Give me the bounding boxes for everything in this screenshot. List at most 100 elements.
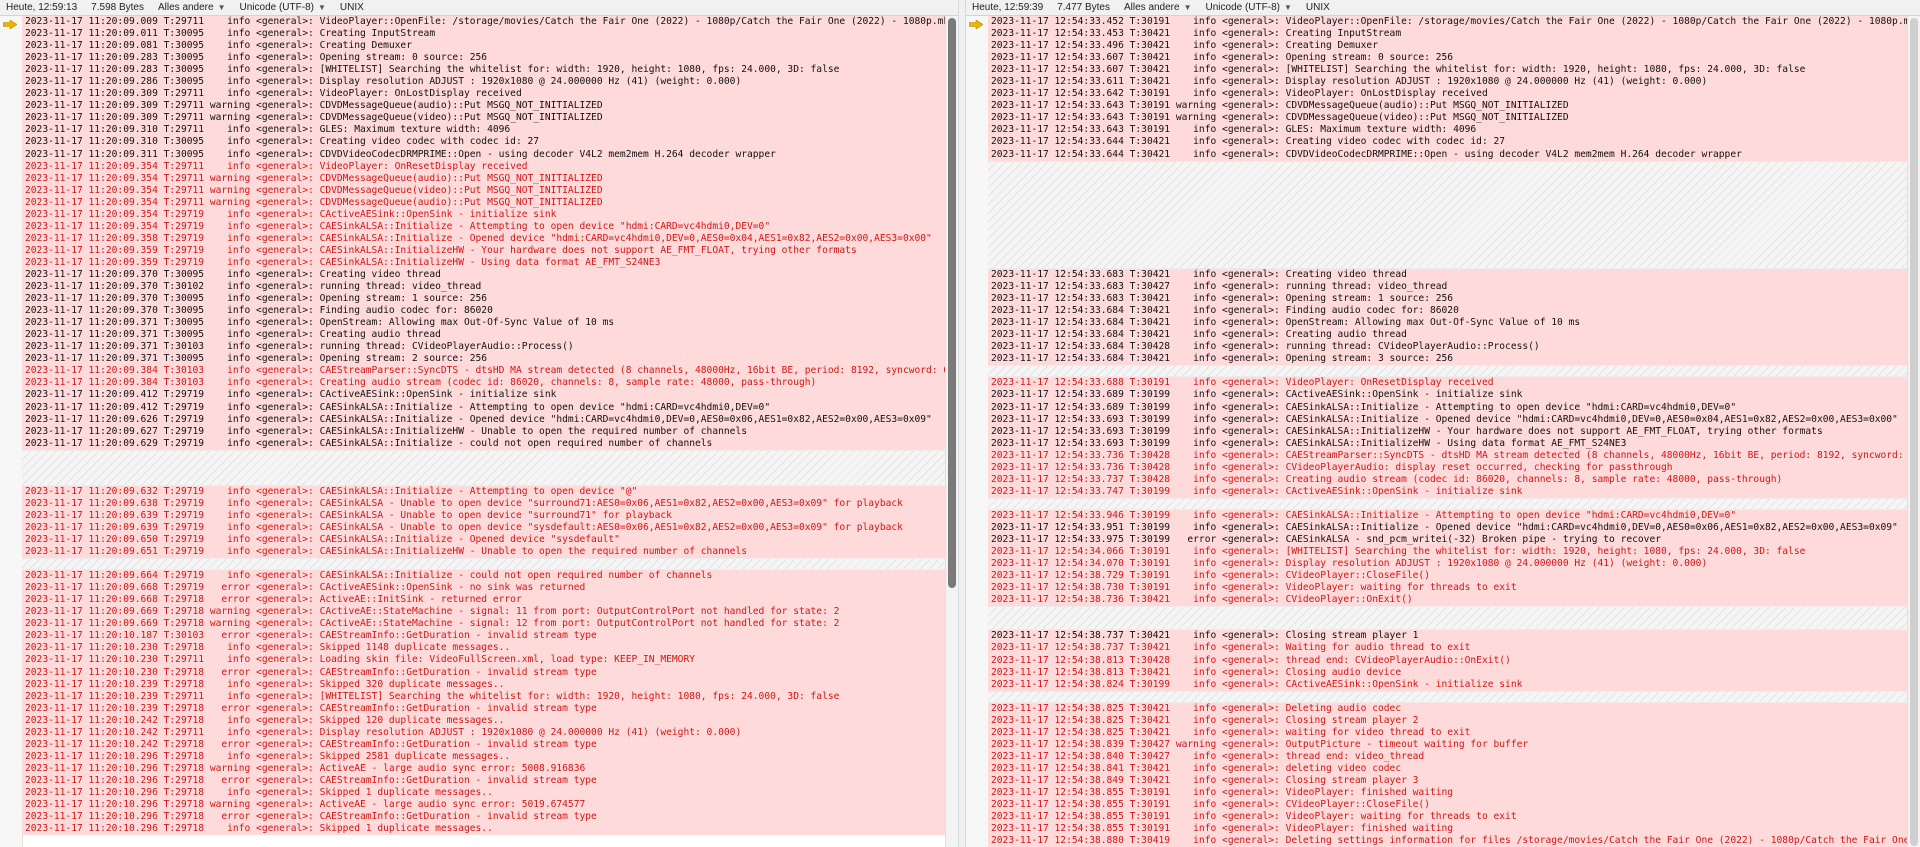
right-scrollbar[interactable] — [1907, 16, 1920, 847]
log-line: 2023-11-17 12:54:33.643 T:30191 warning … — [988, 112, 1908, 125]
log-line: 2023-11-17 12:54:33.643 T:30191 info <ge… — [988, 124, 1908, 137]
right-file-header: Heute, 12:59:39 7.477 Bytes Alles andere… — [966, 0, 1920, 16]
left-line-ending-label: UNIX — [339, 2, 364, 13]
log-line: 2023-11-17 12:54:33.607 T:30421 info <ge… — [988, 64, 1908, 77]
left-file-header: Heute, 12:59:13 7.598 Bytes Alles andere… — [0, 0, 958, 16]
current-diff-arrow-icon[interactable] — [3, 20, 17, 29]
log-line: 2023-11-17 11:20:09.359 T:29719 info <ge… — [22, 244, 946, 257]
log-line: 2023-11-17 12:54:33.684 T:30428 info <ge… — [988, 341, 1908, 354]
log-line: 2023-11-17 11:20:09.669 T:29718 warning … — [22, 606, 946, 619]
right-encoding-dropdown[interactable]: Unicode (UTF-8) ▼ — [1206, 2, 1292, 13]
left-scrollbar-thumb[interactable] — [948, 18, 956, 588]
log-line: 2023-11-17 12:54:38.736 T:30421 info <ge… — [988, 594, 1908, 607]
log-line: 2023-11-17 11:20:09.371 T:30103 info <ge… — [22, 341, 946, 354]
log-line: 2023-11-17 12:54:33.684 T:30421 info <ge… — [988, 353, 1908, 366]
left-text-area[interactable]: 2023-11-17 11:20:09.009 T:29711 info <ge… — [0, 16, 958, 847]
log-line: 2023-11-17 12:54:33.453 T:30421 info <ge… — [988, 28, 1908, 41]
log-line: 2023-11-17 12:54:38.825 T:30421 info <ge… — [988, 726, 1908, 739]
log-line: 2023-11-17 11:20:09.384 T:30103 info <ge… — [22, 365, 946, 378]
log-line: 2023-11-17 12:54:33.975 T:30199 error <g… — [988, 534, 1908, 547]
right-scrollbar-thumb[interactable] — [1910, 18, 1918, 846]
log-line: 2023-11-17 12:54:33.644 T:30421 info <ge… — [988, 136, 1908, 149]
log-line: 2023-11-17 12:54:33.684 T:30421 info <ge… — [988, 305, 1908, 318]
log-line: 2023-11-17 11:20:09.283 T:30095 info <ge… — [22, 52, 946, 65]
log-line: 2023-11-17 11:20:09.009 T:29711 info <ge… — [22, 16, 946, 29]
log-line: 2023-11-17 12:54:34.066 T:30191 info <ge… — [988, 546, 1908, 559]
right-line-ending-dropdown[interactable]: UNIX — [1306, 2, 1330, 13]
log-line: 2023-11-17 12:54:33.683 T:30421 info <ge… — [988, 269, 1908, 282]
right-text-area[interactable]: 2023-11-17 12:54:33.452 T:30191 info <ge… — [966, 16, 1920, 847]
log-line: 2023-11-17 12:54:38.855 T:30191 info <ge… — [988, 811, 1908, 824]
log-line: 2023-11-17 11:20:09.370 T:30095 info <ge… — [22, 293, 946, 306]
log-line: 2023-11-17 12:54:38.855 T:30191 info <ge… — [988, 823, 1908, 836]
log-line: 2023-11-17 12:54:33.737 T:30428 info <ge… — [988, 473, 1908, 486]
log-line: 2023-11-17 11:20:10.239 T:29711 info <ge… — [22, 690, 946, 703]
log-line: 2023-11-17 12:54:33.689 T:30199 info <ge… — [988, 401, 1908, 414]
left-filter-label: Alles andere — [157, 2, 214, 13]
log-line: 2023-11-17 12:54:33.452 T:30191 info <ge… — [988, 16, 1908, 29]
right-file-date: Heute, 12:59:39 — [972, 2, 1044, 13]
log-line: 2023-11-17 12:54:33.693 T:30199 info <ge… — [988, 413, 1908, 426]
log-line: 2023-11-17 12:54:33.644 T:30421 info <ge… — [988, 148, 1908, 161]
log-line: 2023-11-17 11:20:09.370 T:30095 info <ge… — [22, 268, 946, 282]
left-file-date: Heute, 12:59:13 — [6, 2, 78, 13]
current-diff-arrow-icon[interactable] — [969, 20, 983, 29]
log-line: 2023-11-17 12:54:33.736 T:30428 info <ge… — [988, 449, 1908, 462]
diff-gap-filler — [988, 160, 1908, 269]
log-line: 2023-11-17 11:20:09.638 T:29719 info <ge… — [22, 497, 946, 510]
left-lines[interactable]: 2023-11-17 11:20:09.009 T:29711 info <ge… — [22, 16, 946, 847]
log-line: 2023-11-17 11:20:09.371 T:30095 info <ge… — [22, 353, 946, 366]
log-line: 2023-11-17 11:20:09.626 T:29719 info <ge… — [22, 413, 946, 426]
left-scrollbar[interactable] — [945, 16, 958, 847]
log-line: 2023-11-17 11:20:09.354 T:29719 info <ge… — [22, 220, 946, 233]
log-line: 2023-11-17 11:20:10.230 T:29718 error <g… — [22, 666, 946, 679]
log-line: 2023-11-17 11:20:09.309 T:29711 warning … — [22, 112, 946, 125]
diff-gap-filler — [22, 558, 946, 571]
log-line: 2023-11-17 11:20:09.371 T:30095 info <ge… — [22, 329, 946, 342]
log-line: 2023-11-17 12:54:38.855 T:30191 info <ge… — [988, 787, 1908, 800]
log-line: 2023-11-17 11:20:09.311 T:30095 info <ge… — [22, 148, 946, 161]
log-line: 2023-11-17 12:54:33.684 T:30421 info <ge… — [988, 317, 1908, 330]
log-line: 2023-11-17 12:54:38.737 T:30421 info <ge… — [988, 630, 1908, 643]
log-line: 2023-11-17 11:20:09.651 T:29719 info <ge… — [22, 546, 946, 559]
pane-divider[interactable] — [958, 0, 966, 847]
right-filter-dropdown[interactable]: Alles andere ▼ — [1124, 2, 1192, 13]
log-line: 2023-11-17 11:20:09.081 T:30095 info <ge… — [22, 40, 946, 53]
log-line: 2023-11-17 12:54:38.824 T:30199 info <ge… — [988, 678, 1908, 691]
log-line: 2023-11-17 12:54:38.729 T:30191 info <ge… — [988, 570, 1908, 583]
log-line: 2023-11-17 11:20:09.286 T:30095 info <ge… — [22, 76, 946, 89]
log-line: 2023-11-17 11:20:09.629 T:29719 info <ge… — [22, 437, 946, 450]
left-gutter — [0, 16, 23, 847]
log-line: 2023-11-17 11:20:10.242 T:29711 info <ge… — [22, 726, 946, 739]
log-line: 2023-11-17 12:54:33.747 T:30199 info <ge… — [988, 485, 1908, 498]
left-line-ending-dropdown[interactable]: UNIX — [340, 2, 364, 13]
chevron-down-icon: ▼ — [217, 3, 226, 12]
log-line: 2023-11-17 11:20:10.187 T:30103 error <g… — [22, 630, 946, 643]
right-line-ending-label: UNIX — [1305, 2, 1330, 13]
log-line: 2023-11-17 11:20:09.354 T:29711 warning … — [22, 172, 946, 185]
log-line: 2023-11-17 11:20:09.309 T:29711 info <ge… — [22, 88, 946, 101]
log-line: 2023-11-17 11:20:09.639 T:29719 info <ge… — [22, 521, 946, 535]
right-lines[interactable]: 2023-11-17 12:54:33.452 T:30191 info <ge… — [988, 16, 1908, 847]
log-line: 2023-11-17 11:20:09.384 T:30103 info <ge… — [22, 377, 946, 390]
log-line: 2023-11-17 12:54:38.730 T:30191 info <ge… — [988, 582, 1908, 595]
left-pane: Heute, 12:59:13 7.598 Bytes Alles andere… — [0, 0, 958, 847]
log-line: 2023-11-17 12:54:33.643 T:30191 warning … — [988, 100, 1908, 113]
log-line: 2023-11-17 11:20:09.354 T:29711 info <ge… — [22, 160, 946, 173]
log-line: 2023-11-17 11:20:09.627 T:29719 info <ge… — [22, 425, 946, 438]
log-line: 2023-11-17 11:20:10.230 T:29711 info <ge… — [22, 654, 946, 667]
log-line: 2023-11-17 12:54:33.689 T:30199 info <ge… — [988, 389, 1908, 402]
left-encoding-dropdown[interactable]: Unicode (UTF-8) ▼ — [240, 2, 326, 13]
log-line: 2023-11-17 12:54:33.736 T:30428 info <ge… — [988, 461, 1908, 474]
log-line: 2023-11-17 12:54:33.684 T:30421 info <ge… — [988, 329, 1908, 342]
log-line: 2023-11-17 12:54:33.683 T:30427 info <ge… — [988, 281, 1908, 294]
left-filter-dropdown[interactable]: Alles andere ▼ — [158, 2, 226, 13]
log-line: 2023-11-17 11:20:09.310 T:30095 info <ge… — [22, 136, 946, 149]
chevron-down-icon: ▼ — [1283, 3, 1292, 12]
log-line: 2023-11-17 11:20:09.664 T:29719 info <ge… — [22, 570, 946, 583]
log-line: 2023-11-17 11:20:09.354 T:29711 warning … — [22, 184, 946, 197]
log-line: 2023-11-17 12:54:33.688 T:30191 info <ge… — [988, 377, 1908, 390]
log-line: 2023-11-17 11:20:09.011 T:30095 info <ge… — [22, 28, 946, 41]
log-line: 2023-11-17 12:54:38.813 T:30428 info <ge… — [988, 654, 1908, 667]
log-line: 2023-11-17 12:54:33.946 T:30199 info <ge… — [988, 509, 1908, 522]
